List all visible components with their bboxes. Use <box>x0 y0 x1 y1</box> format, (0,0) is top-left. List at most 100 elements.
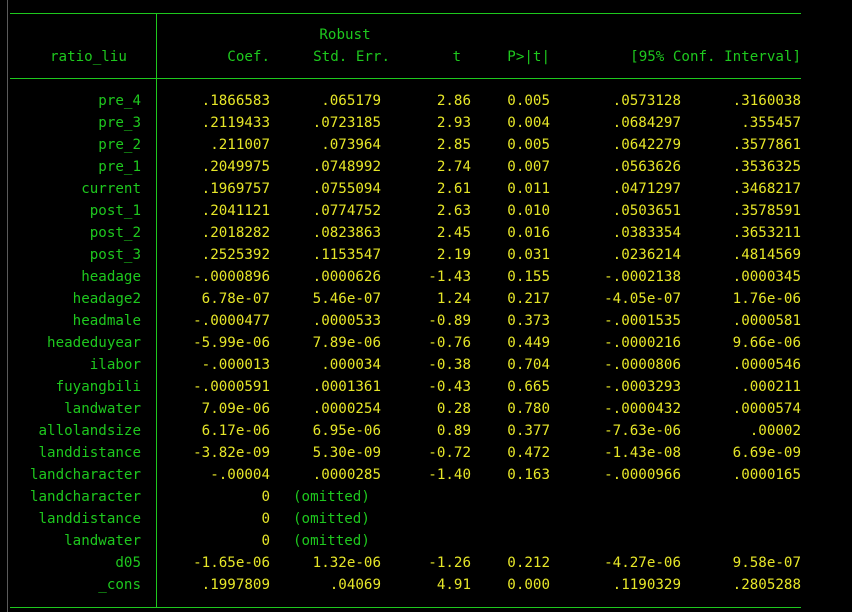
std-err-value: 6.95e-06 <box>312 423 381 439</box>
variable-name: post_1 <box>89 203 141 219</box>
p-value: 0.000 <box>507 577 550 593</box>
ci-upper-value: .355457 <box>741 115 801 131</box>
t-statistic-value: 2.45 <box>436 225 471 241</box>
t-statistic-value: -0.76 <box>428 335 471 351</box>
variable-name: pre_3 <box>98 115 141 131</box>
ci-upper-value: .00002 <box>749 423 801 439</box>
ci-lower-value: .0573128 <box>612 93 681 109</box>
variable-name: landdistance <box>38 445 142 461</box>
ci-lower-value: .0383354 <box>612 225 681 241</box>
coefficient-value: 6.17e-06 <box>201 423 270 439</box>
p-value: 0.373 <box>507 313 550 329</box>
ci-lower-value: -.0000806 <box>604 357 681 373</box>
variable-name: post_3 <box>89 247 141 263</box>
ci-lower-value: .0684297 <box>612 115 681 131</box>
ci-lower-value: -7.63e-06 <box>604 423 681 439</box>
coefficient-value: .1969757 <box>201 181 270 197</box>
std-err-value: .000034 <box>321 357 381 373</box>
ci-lower-value: -.0003293 <box>604 379 681 395</box>
p-value: 0.005 <box>507 93 550 109</box>
dependent-variable-name: ratio_liu <box>50 49 127 65</box>
t-statistic-value: -0.38 <box>428 357 471 373</box>
ci-lower-value: -4.05e-07 <box>604 291 681 307</box>
variable-name: landwater <box>64 533 141 549</box>
coefficient-value: .2119433 <box>201 115 270 131</box>
ci-lower-value: -.0000216 <box>604 335 681 351</box>
ci-upper-value: .0000574 <box>732 401 801 417</box>
std-err-value: .073964 <box>321 137 381 153</box>
ci-upper-value: .3468217 <box>732 181 801 197</box>
t-statistic-value <box>400 486 471 508</box>
ci-upper-value <box>690 530 801 552</box>
p-value <box>470 486 550 508</box>
p-value: 0.155 <box>507 269 550 285</box>
variable-name: headage2 <box>72 291 141 307</box>
std-err-value: .0001361 <box>312 379 381 395</box>
ci-upper-value: .0000345 <box>732 269 801 285</box>
std-err-value: .0000626 <box>312 269 381 285</box>
variable-name: headeduyear <box>47 335 141 351</box>
ci-lower-value: -.0002138 <box>604 269 681 285</box>
std-err-value: .04069 <box>329 577 381 593</box>
std-err-value: .0823863 <box>312 225 381 241</box>
p-value: 0.449 <box>507 335 550 351</box>
ci-lower-value: -.0001535 <box>604 313 681 329</box>
ci-upper-value: 1.76e-06 <box>732 291 801 307</box>
t-statistic-value <box>400 530 471 552</box>
ci-lower-value: -.0000966 <box>604 467 681 483</box>
coefficient-value: 6.78e-07 <box>201 291 270 307</box>
t-statistic-value: -1.26 <box>428 555 471 571</box>
t-statistic-value: 1.24 <box>436 291 471 307</box>
p-value: 0.004 <box>507 115 550 131</box>
std-err-value: .1153547 <box>312 247 381 263</box>
std-err-value: .0774752 <box>312 203 381 219</box>
t-statistic-value: 2.74 <box>436 159 471 175</box>
variable-name: headmale <box>72 313 141 329</box>
p-value: 0.704 <box>507 357 550 373</box>
ci-lower-value: .0503651 <box>612 203 681 219</box>
ci-upper-value: .0000546 <box>732 357 801 373</box>
t-statistic-value: 2.93 <box>436 115 471 131</box>
std-err-value: .0748992 <box>312 159 381 175</box>
coefficient-value: 0 <box>261 489 270 505</box>
stata-results-window: Robust ratio_liu Coef. Std. Err. t P>|t|… <box>0 0 852 612</box>
t-statistic-value: 2.61 <box>436 181 471 197</box>
ci-upper-value: 6.69e-09 <box>732 445 801 461</box>
variable-name: post_2 <box>89 225 141 241</box>
p-value: 0.007 <box>507 159 550 175</box>
std-err-value: .0723185 <box>312 115 381 131</box>
std-err-value: 7.89e-06 <box>312 335 381 351</box>
ci-upper-value: 9.58e-07 <box>732 555 801 571</box>
variable-name: d05 <box>115 555 141 571</box>
coefficient-value: -5.99e-06 <box>193 335 270 351</box>
variable-name: landcharacter <box>29 489 141 505</box>
variable-name: current <box>81 181 141 197</box>
t-statistic-value: -0.43 <box>428 379 471 395</box>
t-statistic-value: 2.86 <box>436 93 471 109</box>
ci-lower-value: -1.43e-08 <box>604 445 681 461</box>
robust-header: Robust <box>319 27 371 43</box>
coefficient-value: .2049975 <box>201 159 270 175</box>
variable-name: allolandsize <box>38 423 142 439</box>
coefficient-value: .1866583 <box>201 93 270 109</box>
std-err-value: (omitted) <box>293 533 370 549</box>
ci-lower-value: .0642279 <box>612 137 681 153</box>
coefficient-value: 0 <box>261 533 270 549</box>
table-column-divider <box>156 14 157 607</box>
ci-upper-value: .2805288 <box>732 577 801 593</box>
std-err-value: .0755094 <box>312 181 381 197</box>
coefficient-value: 7.09e-06 <box>201 401 270 417</box>
std-err-header: Std. Err. <box>313 49 390 65</box>
std-err-value: 5.30e-09 <box>312 445 381 461</box>
ci-lower-value <box>560 530 681 552</box>
t-statistic-value: 2.63 <box>436 203 471 219</box>
variable-name: headage <box>81 269 141 285</box>
variable-name: fuyangbili <box>55 379 141 395</box>
ci-lower-value <box>560 486 681 508</box>
t-statistic-value: -1.43 <box>428 269 471 285</box>
t-statistic-value: -0.89 <box>428 313 471 329</box>
t-statistic-value: 2.19 <box>436 247 471 263</box>
p-value: 0.377 <box>507 423 550 439</box>
std-err-value: .0000533 <box>312 313 381 329</box>
ci-upper-value: .3653211 <box>732 225 801 241</box>
